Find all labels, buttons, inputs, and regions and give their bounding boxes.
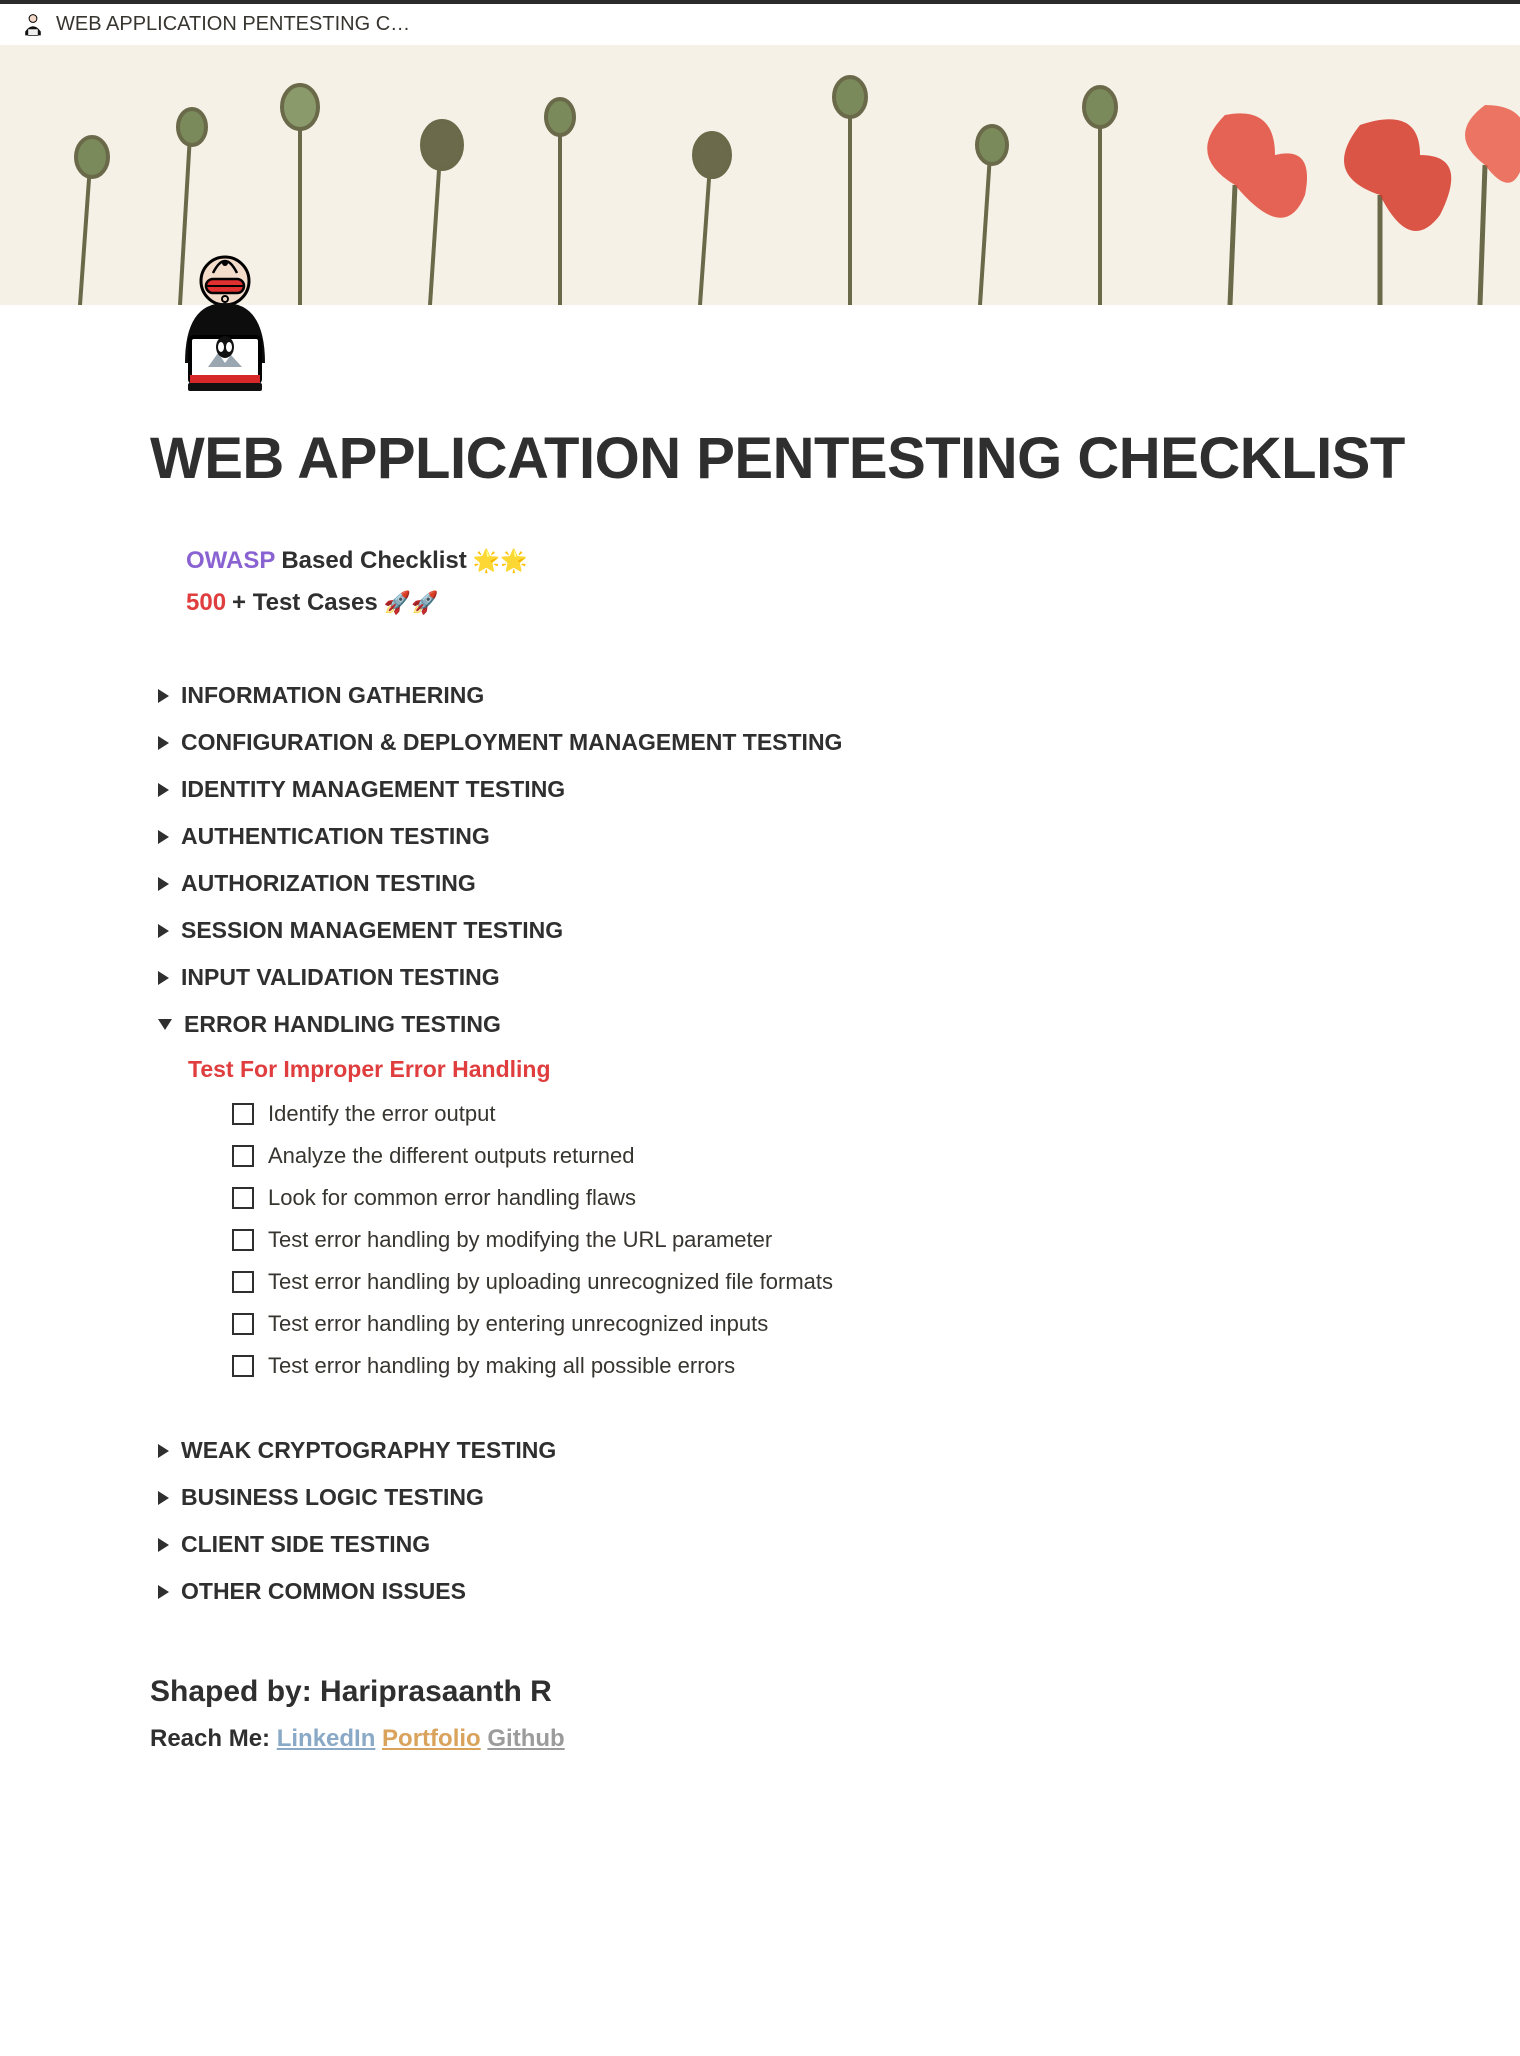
checkbox[interactable]	[232, 1313, 254, 1335]
chevron-down-icon	[158, 1019, 172, 1030]
shaped-prefix: Shaped by:	[150, 1675, 320, 1708]
reach-me: Reach Me: LinkedIn Portfolio Github	[150, 1725, 1370, 1753]
toggle-authentication[interactable]: AUTHENTICATION TESTING	[154, 813, 1370, 860]
checkbox[interactable]	[232, 1271, 254, 1293]
checkbox[interactable]	[232, 1187, 254, 1209]
author-name: Hariprasaanth R	[320, 1675, 552, 1708]
chevron-right-icon	[158, 783, 169, 797]
checkbox[interactable]	[232, 1355, 254, 1377]
toggle-other-common-issues[interactable]: OTHER COMMON ISSUES	[154, 1568, 1370, 1615]
toggle-identity-management[interactable]: IDENTITY MANAGEMENT TESTING	[154, 766, 1370, 813]
checklist-label: Test error handling by uploading unrecog…	[268, 1269, 833, 1295]
checklist-label: Identify the error output	[268, 1101, 495, 1127]
toggle-authorization[interactable]: AUTHORIZATION TESTING	[154, 860, 1370, 907]
breadcrumb-title[interactable]: WEB APPLICATION PENTESTING C…	[56, 13, 410, 36]
toggle-label: OTHER COMMON ISSUES	[181, 1578, 466, 1605]
chevron-right-icon	[158, 830, 169, 844]
error-checklist: Identify the error output Analyze the di…	[232, 1093, 1370, 1387]
toggle-label: BUSINESS LOGIC TESTING	[181, 1484, 484, 1511]
intro-block: OWASP Based Checklist 🌟🌟 500 + Test Case…	[186, 547, 1370, 617]
chevron-right-icon	[158, 1491, 169, 1505]
toggle-session-management[interactable]: SESSION MANAGEMENT TESTING	[154, 907, 1370, 954]
page-icon[interactable]	[150, 245, 300, 395]
toggle-input-validation[interactable]: INPUT VALIDATION TESTING	[154, 954, 1370, 1001]
checklist-label: Test error handling by making all possib…	[268, 1353, 735, 1379]
page-title: WEB APPLICATION PENTESTING CHECKLIST	[150, 425, 1370, 492]
checklist-label: Test error handling by entering unrecogn…	[268, 1311, 768, 1337]
checklist-item: Look for common error handling flaws	[232, 1177, 1370, 1219]
link-linkedin[interactable]: LinkedIn	[277, 1725, 376, 1752]
owasp-text: OWASP	[186, 547, 275, 575]
toggle-error-handling[interactable]: ERROR HANDLING TESTING	[154, 1001, 1370, 1048]
checkbox[interactable]	[232, 1229, 254, 1251]
checkbox[interactable]	[232, 1145, 254, 1167]
chevron-right-icon	[158, 971, 169, 985]
toggle-label: ERROR HANDLING TESTING	[184, 1011, 501, 1038]
chevron-right-icon	[158, 736, 169, 750]
checklist-item: Analyze the different outputs returned	[232, 1135, 1370, 1177]
reach-prefix: Reach Me:	[150, 1725, 277, 1752]
checklist-label: Analyze the different outputs returned	[268, 1143, 635, 1169]
toggle-label: INPUT VALIDATION TESTING	[181, 964, 500, 991]
checklist-item: Test error handling by modifying the URL…	[232, 1219, 1370, 1261]
toggle-business-logic[interactable]: BUSINESS LOGIC TESTING	[154, 1474, 1370, 1521]
chevron-right-icon	[158, 877, 169, 891]
checklist-label: Look for common error handling flaws	[268, 1185, 636, 1211]
error-subheading: Test For Improper Error Handling	[188, 1048, 1370, 1093]
toggle-label: SESSION MANAGEMENT TESTING	[181, 917, 563, 944]
toggle-label: INFORMATION GATHERING	[181, 682, 484, 709]
chevron-right-icon	[158, 1585, 169, 1599]
chevron-right-icon	[158, 1444, 169, 1458]
link-portfolio[interactable]: Portfolio	[382, 1725, 481, 1752]
toggle-label: AUTHENTICATION TESTING	[181, 823, 490, 850]
shaped-by: Shaped by: Hariprasaanth R	[150, 1675, 1370, 1709]
toggle-information-gathering[interactable]: INFORMATION GATHERING	[154, 672, 1370, 719]
rockets-emoji: 🚀🚀	[384, 590, 439, 616]
chevron-right-icon	[158, 689, 169, 703]
link-github[interactable]: Github	[487, 1725, 564, 1752]
toggle-configuration-deployment[interactable]: CONFIGURATION & DEPLOYMENT MANAGEMENT TE…	[154, 719, 1370, 766]
toggle-label: IDENTITY MANAGEMENT TESTING	[181, 776, 565, 803]
checkbox[interactable]	[232, 1103, 254, 1125]
stars-emoji: 🌟🌟	[473, 548, 528, 574]
toggle-label: AUTHORIZATION TESTING	[181, 870, 476, 897]
toggle-label: CONFIGURATION & DEPLOYMENT MANAGEMENT TE…	[181, 729, 842, 756]
chevron-right-icon	[158, 1538, 169, 1552]
toggle-label: WEAK CRYPTOGRAPHY TESTING	[181, 1437, 556, 1464]
five-hundred: 500	[186, 589, 226, 617]
checklist-item: Test error handling by entering unrecogn…	[232, 1303, 1370, 1345]
checklist-label: Test error handling by modifying the URL…	[268, 1227, 772, 1253]
checklist-item: Identify the error output	[232, 1093, 1370, 1135]
intro-line-2: 500 + Test Cases 🚀🚀	[186, 589, 1370, 617]
toggle-client-side[interactable]: CLIENT SIDE TESTING	[154, 1521, 1370, 1568]
chevron-right-icon	[158, 924, 169, 938]
based-text: Based Checklist	[281, 547, 466, 575]
toggle-weak-cryptography[interactable]: WEAK CRYPTOGRAPHY TESTING	[154, 1427, 1370, 1474]
plus-text: + Test Cases	[232, 589, 378, 617]
intro-line-1: OWASP Based Checklist 🌟🌟	[186, 547, 1370, 575]
page-mini-icon	[20, 12, 46, 38]
toggle-label: CLIENT SIDE TESTING	[181, 1531, 430, 1558]
checklist-item: Test error handling by uploading unrecog…	[232, 1261, 1370, 1303]
breadcrumb-bar: WEB APPLICATION PENTESTING C…	[0, 0, 1520, 45]
checklist-item: Test error handling by making all possib…	[232, 1345, 1370, 1387]
